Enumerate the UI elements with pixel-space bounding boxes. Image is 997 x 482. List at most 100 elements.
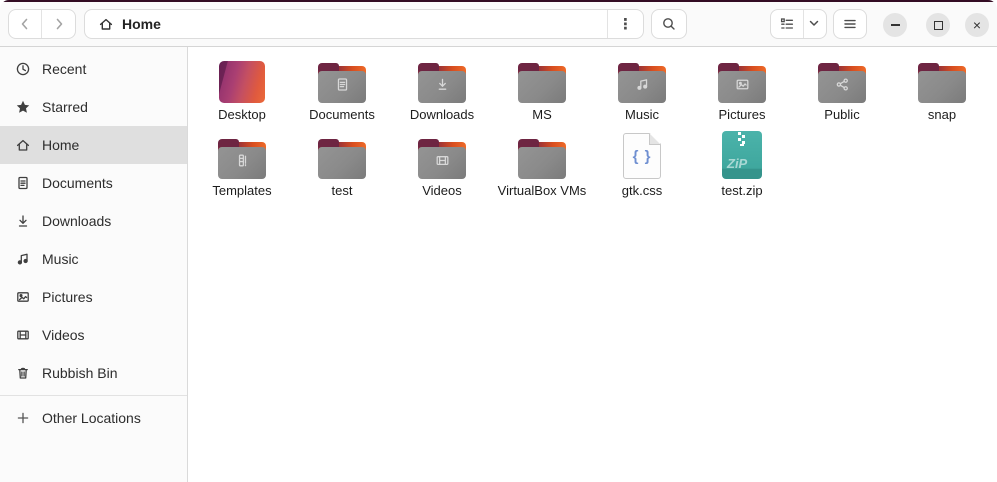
sidebar-item-starred[interactable]: Starred: [0, 88, 187, 126]
sidebar-item-rubbish-bin[interactable]: Rubbish Bin: [0, 354, 187, 392]
file-item-virtualbox-vms[interactable]: VirtualBox VMs: [492, 127, 592, 203]
sidebar-item-downloads[interactable]: Downloads: [0, 202, 187, 240]
sidebar-item-label: Videos: [42, 327, 85, 343]
sidebar-item-label: Home: [42, 137, 79, 153]
file-item-ms[interactable]: MS: [492, 51, 592, 127]
file-item-templates[interactable]: Templates: [192, 127, 292, 203]
forward-button[interactable]: [42, 10, 75, 38]
share-emblem-icon: [818, 76, 866, 93]
folder-download-icon: [418, 63, 466, 103]
video-emblem-icon: [418, 152, 466, 169]
folder-document-icon: [318, 63, 366, 103]
file-grid: Desktop Documents Downloads MS Music Pic…: [192, 51, 997, 203]
sidebar-item-other-locations[interactable]: Other Locations: [0, 399, 187, 437]
hamburger-menu-button[interactable]: [833, 9, 867, 39]
minimize-button[interactable]: [883, 13, 907, 37]
downloads-icon: [15, 213, 31, 229]
css-file-icon: { }: [623, 133, 661, 179]
music-icon: [15, 251, 31, 267]
folder-video-icon: [418, 139, 466, 179]
zip-file-icon: ZiP: [722, 131, 762, 179]
sidebar-item-label: Other Locations: [42, 410, 141, 426]
image-emblem-icon: [718, 76, 766, 93]
folder-share-icon: [818, 63, 866, 103]
close-icon: ×: [973, 18, 981, 32]
file-item-downloads[interactable]: Downloads: [392, 51, 492, 127]
file-label: Public: [824, 108, 859, 123]
sidebar-item-label: Documents: [42, 175, 113, 191]
kebab-icon: ⋮: [618, 15, 633, 33]
sidebar-item-label: Recent: [42, 61, 86, 77]
file-item-documents[interactable]: Documents: [292, 51, 392, 127]
videos-icon: [15, 327, 31, 343]
files-view[interactable]: Desktop Documents Downloads MS Music Pic…: [188, 47, 997, 482]
file-label: snap: [928, 108, 956, 123]
file-label: test.zip: [721, 184, 762, 199]
file-item-test-zip[interactable]: ZiP test.zip: [692, 127, 792, 203]
file-item-music[interactable]: Music: [592, 51, 692, 127]
file-label: Downloads: [410, 108, 474, 123]
sidebar-item-documents[interactable]: Documents: [0, 164, 187, 202]
file-item-public[interactable]: Public: [792, 51, 892, 127]
file-item-pictures[interactable]: Pictures: [692, 51, 792, 127]
desktop-wallpaper-icon: [219, 61, 265, 103]
file-manager-window: Home ⋮: [0, 0, 997, 482]
maximize-button[interactable]: [926, 13, 950, 37]
braces-glyph: { }: [633, 148, 652, 165]
folder-music-icon: [618, 63, 666, 103]
sidebar-item-videos[interactable]: Videos: [0, 316, 187, 354]
sidebar-item-pictures[interactable]: Pictures: [0, 278, 187, 316]
file-label: MS: [532, 108, 552, 123]
sidebar-item-home[interactable]: Home: [0, 126, 187, 164]
file-label: gtk.css: [622, 184, 662, 199]
document-emblem-icon: [318, 76, 366, 93]
file-label: Documents: [309, 108, 375, 123]
file-label: Templates: [212, 184, 271, 199]
sidebar-separator: [0, 395, 187, 396]
chevron-down-icon: [807, 16, 823, 32]
file-item-snap[interactable]: snap: [892, 51, 992, 127]
folder-icon: [918, 63, 966, 103]
sidebar-item-label: Rubbish Bin: [42, 365, 118, 381]
list-view-icon: [779, 16, 795, 32]
sidebar-item-label: Pictures: [42, 289, 93, 305]
path-label: Home: [122, 16, 161, 32]
sidebar-item-label: Starred: [42, 99, 88, 115]
file-item-desktop[interactable]: Desktop: [192, 51, 292, 127]
path-bar[interactable]: Home ⋮: [84, 9, 644, 39]
path-segment-home[interactable]: Home: [85, 10, 607, 38]
search-button[interactable]: [651, 9, 687, 39]
hamburger-icon: [842, 16, 858, 32]
path-menu-button[interactable]: ⋮: [607, 10, 643, 38]
close-button[interactable]: ×: [965, 13, 989, 37]
file-item-videos[interactable]: Videos: [392, 127, 492, 203]
zip-badge: ZiP: [727, 156, 747, 171]
sidebar-item-recent[interactable]: Recent: [0, 50, 187, 88]
starred-icon: [15, 99, 31, 115]
search-icon: [661, 16, 677, 32]
documents-icon: [15, 175, 31, 191]
maximize-icon: [934, 21, 943, 30]
file-label: VirtualBox VMs: [498, 184, 587, 199]
file-item-test[interactable]: test: [292, 127, 392, 203]
window-body: Recent Starred Home Documents Downloads …: [0, 47, 997, 482]
file-item-gtk-css[interactable]: { } gtk.css: [592, 127, 692, 203]
folder-templates-icon: [218, 139, 266, 179]
view-options-dropdown[interactable]: [804, 10, 826, 38]
list-view-button[interactable]: [771, 10, 804, 38]
back-button[interactable]: [9, 10, 42, 38]
chevron-left-icon: [17, 16, 33, 32]
sidebar-item-label: Music: [42, 251, 79, 267]
minimize-icon: [891, 24, 900, 26]
chevron-right-icon: [51, 16, 67, 32]
recent-icon: [15, 61, 31, 77]
sidebar-bottom-list: Other Locations: [0, 399, 187, 437]
file-label: Desktop: [218, 108, 266, 123]
sidebar-places-list: Recent Starred Home Documents Downloads …: [0, 50, 187, 392]
zipper-icon: [738, 131, 746, 146]
page-fold: [649, 133, 661, 145]
templates-emblem-icon: [218, 152, 266, 169]
pictures-icon: [15, 289, 31, 305]
folder-icon: [518, 139, 566, 179]
sidebar-item-music[interactable]: Music: [0, 240, 187, 278]
